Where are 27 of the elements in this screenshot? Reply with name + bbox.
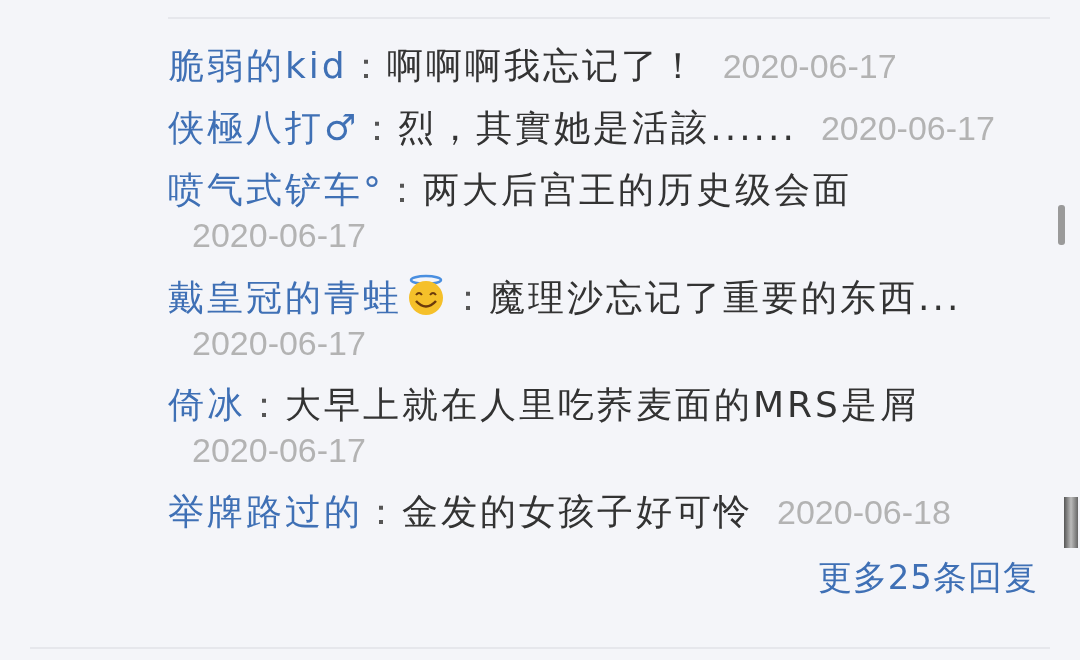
colon: ： — [359, 107, 399, 148]
colon: ： — [384, 169, 423, 210]
reply-date: 2020-06-17 — [192, 215, 366, 256]
reply-text: 大早上就在人里吃荞麦面的MRS是屑 — [285, 384, 919, 425]
reply-date: 2020-06-17 — [192, 430, 366, 471]
scrollbar-thumb[interactable] — [1058, 205, 1065, 245]
colon: ： — [363, 491, 402, 532]
colon: ： — [347, 45, 387, 86]
reply-text: 两大后宫王的历史级会面 — [423, 169, 852, 210]
reply-text: 金发的女孩子好可怜 — [402, 491, 753, 532]
username[interactable]: 戴皇冠的青蛙 — [168, 277, 402, 318]
username[interactable]: 喷气式铲车° — [168, 169, 384, 210]
reply-date: 2020-06-18 — [777, 492, 951, 533]
colon: ： — [450, 277, 489, 318]
username[interactable]: 脆弱的kid — [168, 45, 348, 86]
username[interactable]: 举牌路过的 — [168, 491, 363, 532]
colon: ： — [246, 384, 285, 425]
scrollbar-thumb[interactable] — [1064, 497, 1078, 548]
reply-date: 2020-06-17 — [192, 323, 366, 364]
username[interactable]: 侠極八打♂ — [168, 107, 360, 148]
reply-date: 2020-06-17 — [722, 46, 897, 87]
reply-text: 啊啊啊我忘记了！ — [386, 45, 699, 86]
reply-text: 烈，其實她是活該...... — [398, 107, 797, 148]
reply-text: 魔理沙忘记了重要的东西... — [489, 277, 962, 318]
reply-date: 2020-06-17 — [820, 108, 995, 149]
username[interactable]: 倚冰 — [168, 384, 246, 425]
more-replies-link[interactable]: 更多25条回复 — [817, 557, 1038, 597]
